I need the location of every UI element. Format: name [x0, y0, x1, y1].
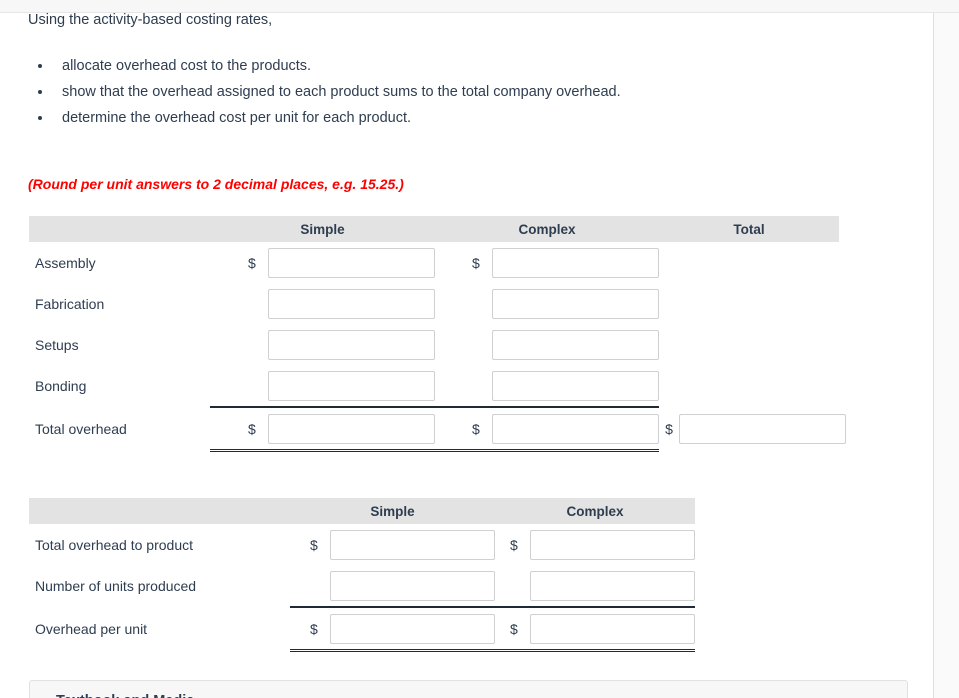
cell-setups-complex — [435, 324, 659, 365]
cell-bonding-complex — [435, 365, 659, 407]
instruction-list: allocate overhead cost to the products. … — [28, 53, 621, 131]
table-row-total: Overhead per unit $ $ — [29, 606, 695, 652]
cell-units-produced-simple — [290, 565, 495, 607]
currency-symbol: $ — [248, 420, 256, 437]
cell-fabrication-total — [659, 283, 839, 324]
cell-overhead-per-unit-complex: $ — [495, 606, 695, 652]
column-header-total: Total — [659, 216, 839, 242]
input-bonding-complex[interactable] — [492, 370, 659, 401]
list-item: show that the overhead assigned to each … — [28, 79, 621, 105]
input-total-overhead-complex[interactable] — [492, 413, 659, 444]
cell-total-to-product-complex: $ — [495, 524, 695, 565]
cell-fabrication-complex — [435, 283, 659, 324]
input-setups-simple[interactable] — [268, 329, 435, 360]
input-overhead-per-unit-simple[interactable] — [330, 613, 495, 644]
row-label-fabrication: Fabrication — [35, 295, 105, 312]
input-fabrication-simple[interactable] — [268, 288, 435, 319]
table-row-total: Total overhead $ $ $ — [29, 406, 846, 452]
input-total-to-product-complex[interactable] — [530, 529, 695, 560]
instruction-text: determine the overhead cost per unit for… — [62, 110, 412, 126]
currency-symbol: $ — [472, 420, 480, 437]
bullet-icon — [38, 64, 42, 68]
list-item: allocate overhead cost to the products. — [28, 53, 621, 79]
currency-symbol: $ — [310, 536, 318, 553]
currency-symbol: $ — [665, 420, 673, 437]
cell-total-overhead-complex: $ — [435, 406, 659, 452]
list-item: determine the overhead cost per unit for… — [28, 105, 621, 131]
cell-units-produced-complex — [495, 565, 695, 607]
table-header-row: Simple Complex — [29, 498, 695, 524]
row-label-bonding: Bonding — [35, 378, 87, 394]
column-header-blank — [29, 498, 290, 524]
bullet-icon — [38, 90, 42, 94]
column-header-blank — [29, 216, 210, 242]
input-total-overhead-simple[interactable] — [268, 413, 435, 444]
currency-symbol: $ — [510, 536, 518, 553]
currency-symbol: $ — [310, 620, 318, 637]
input-assembly-complex[interactable] — [492, 247, 659, 278]
input-assembly-simple[interactable] — [268, 247, 435, 278]
cell-overhead-per-unit-simple: $ — [290, 606, 495, 652]
row-label-number-of-units-produced: Number of units produced — [35, 578, 197, 594]
input-units-produced-complex[interactable] — [530, 570, 695, 601]
cell-assembly-simple: $ — [210, 242, 435, 283]
currency-symbol: $ — [510, 620, 518, 637]
cell-fabrication-simple — [210, 283, 435, 324]
cell-setups-simple — [210, 324, 435, 365]
row-label-total-overhead: Total overhead — [35, 420, 127, 437]
table-row: Number of units produced — [29, 565, 695, 607]
rounding-note: (Round per unit answers to 2 decimal pla… — [28, 176, 404, 192]
table-row: Bonding — [29, 365, 839, 407]
row-label-overhead-per-unit: Overhead per unit — [35, 620, 148, 637]
intro-text: Using the activity-based costing rates, — [28, 13, 273, 28]
cell-setups-total — [659, 324, 839, 365]
table-row: Fabrication — [29, 283, 839, 324]
input-fabrication-complex[interactable] — [492, 288, 659, 319]
row-label-setups: Setups — [35, 336, 79, 353]
top-chrome-strip — [0, 0, 959, 13]
row-label-total-overhead-to-product: Total overhead to product — [35, 536, 193, 553]
cell-bonding-simple — [210, 365, 435, 407]
overhead-allocation-table: Simple Complex Total Assembly $ $ Fabric… — [29, 216, 846, 452]
column-header-simple: Simple — [210, 216, 435, 242]
cell-total-to-product-simple: $ — [290, 524, 495, 565]
input-total-to-product-simple[interactable] — [330, 529, 495, 560]
textbook-and-media-panel[interactable]: Textbook and Media — [29, 680, 908, 698]
input-bonding-simple[interactable] — [268, 370, 435, 401]
cell-total-overhead-total: $ — [659, 407, 846, 451]
bullet-icon — [38, 116, 42, 120]
worksheet-content: Using the activity-based costing rates, … — [0, 13, 933, 698]
table-row: Assembly $ $ — [29, 242, 839, 283]
instruction-text: show that the overhead assigned to each … — [62, 84, 621, 100]
input-units-produced-simple[interactable] — [330, 570, 495, 601]
row-label-assembly: Assembly — [35, 254, 96, 271]
vertical-scrollbar-gutter[interactable] — [933, 13, 959, 698]
input-setups-complex[interactable] — [492, 329, 659, 360]
column-header-complex: Complex — [495, 498, 695, 524]
table-header-row: Simple Complex Total — [29, 216, 839, 242]
cell-bonding-total — [659, 365, 839, 407]
textbook-and-media-label: Textbook and Media — [56, 693, 194, 698]
currency-symbol: $ — [248, 254, 256, 271]
cell-total-overhead-simple: $ — [210, 406, 435, 452]
input-total-overhead-total[interactable] — [679, 413, 846, 444]
cell-assembly-total — [659, 242, 839, 283]
input-overhead-per-unit-complex[interactable] — [530, 613, 695, 644]
table-row: Total overhead to product $ $ — [29, 524, 695, 565]
instruction-text: allocate overhead cost to the products. — [62, 58, 312, 74]
overhead-per-unit-table: Simple Complex Total overhead to product… — [29, 498, 695, 652]
column-header-simple: Simple — [290, 498, 495, 524]
currency-symbol: $ — [472, 254, 480, 271]
table-row: Setups — [29, 324, 839, 365]
column-header-complex: Complex — [435, 216, 659, 242]
cell-assembly-complex: $ — [435, 242, 659, 283]
